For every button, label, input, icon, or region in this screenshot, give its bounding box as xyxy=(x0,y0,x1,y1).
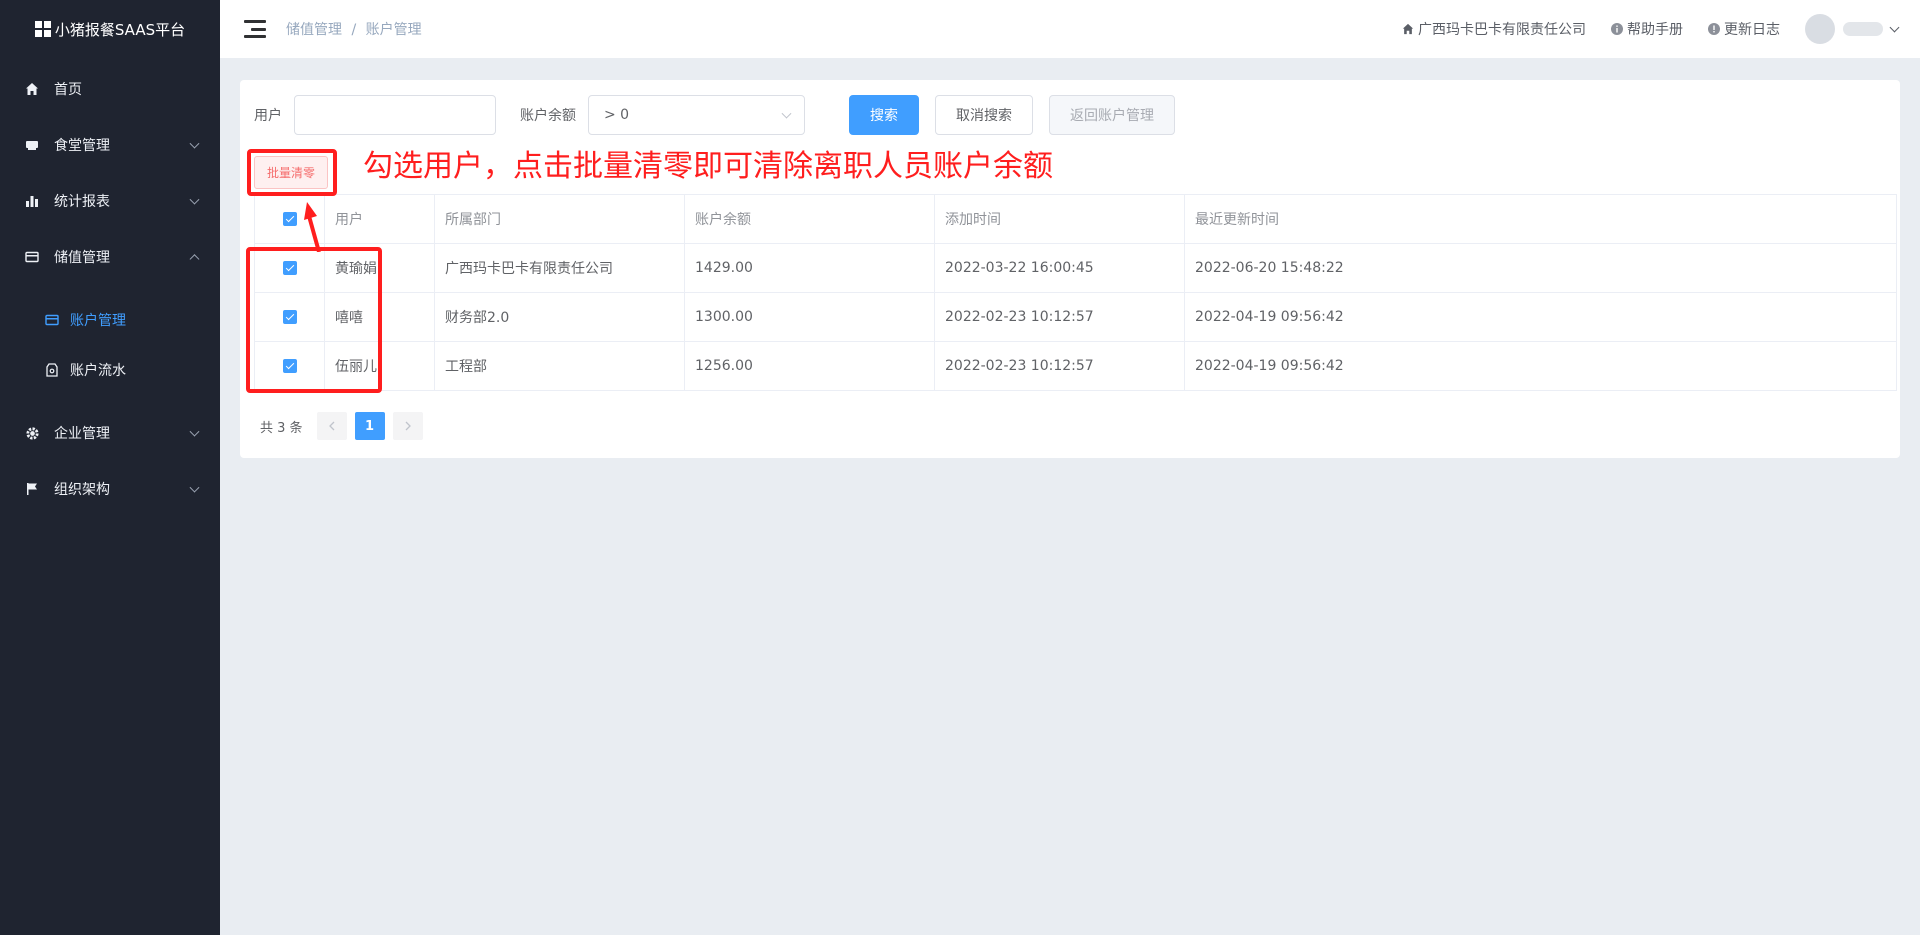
alert-icon xyxy=(1708,23,1720,35)
gear-icon xyxy=(24,425,40,441)
changelog-label: 更新日志 xyxy=(1724,22,1780,38)
sidebar-item-reports[interactable]: 统计报表 xyxy=(0,173,220,229)
pagination-total: 共 3 条 xyxy=(260,420,303,436)
sidebar-item-account-management[interactable]: 账户管理 xyxy=(0,295,220,345)
bar-chart-icon xyxy=(24,193,40,209)
chevron-right-icon xyxy=(405,421,411,431)
chevron-down-icon[interactable] xyxy=(1889,22,1900,32)
breadcrumb-item-current: 账户管理 xyxy=(365,22,422,38)
column-header: 所属部门 xyxy=(435,195,685,243)
pagination: 共 3 条 1 xyxy=(260,412,431,440)
back-to-accounts-button[interactable]: 返回账户管理 xyxy=(1049,95,1175,135)
chevron-down-icon xyxy=(189,482,200,493)
sidebar-item-home[interactable]: 首页 xyxy=(0,61,220,117)
breadcrumb-separator: / xyxy=(351,22,357,38)
sidebar-item-enterprise[interactable]: 企业管理 xyxy=(0,405,220,461)
canteen-icon xyxy=(24,137,40,153)
added-time-cell: 2022-02-23 10:12:57 xyxy=(935,293,1185,341)
tag-icon xyxy=(44,362,60,378)
sidebar-item-label: 首页 xyxy=(54,82,82,98)
sidebar-item-label: 账户管理 xyxy=(70,313,126,329)
accounts-table: 用户 所属部门 账户余额 添加时间 最近更新时间 黄瑜娟 广西玛卡巴卡有限责任公… xyxy=(254,194,1897,391)
help-link[interactable]: 帮助手册 xyxy=(1611,19,1683,39)
changelog-link[interactable]: 更新日志 xyxy=(1708,19,1780,39)
sidebar-item-label: 组织架构 xyxy=(54,482,110,498)
sidebar-item-canteen[interactable]: 食堂管理 xyxy=(0,117,220,173)
updated-time-cell: 2022-06-20 15:48:22 xyxy=(1185,244,1897,292)
table-row[interactable]: 伍丽儿 工程部 1256.00 2022-02-23 10:12:57 2022… xyxy=(255,342,1897,391)
prev-page-button[interactable] xyxy=(316,412,347,440)
card-icon xyxy=(24,249,40,265)
user-filter-label: 用户 xyxy=(254,108,282,124)
column-header: 用户 xyxy=(325,195,435,243)
sidebar-item-stored-value[interactable]: 储值管理 xyxy=(0,229,220,285)
company-name: 广西玛卡巴卡有限责任公司 xyxy=(1418,22,1586,38)
app-title: 小猪报餐SAAS平台 xyxy=(54,20,186,39)
balance-filter-select[interactable]: > 0 xyxy=(588,95,805,135)
chevron-left-icon xyxy=(328,421,335,431)
sidebar-item-label: 统计报表 xyxy=(54,194,110,210)
grid-logo-icon xyxy=(34,21,51,37)
user-filter-input[interactable] xyxy=(294,95,496,135)
added-time-cell: 2022-03-22 16:00:45 xyxy=(935,244,1185,292)
dept-cell: 财务部2.0 xyxy=(435,293,685,341)
balance-filter-value: > 0 xyxy=(604,107,630,123)
column-header: 最近更新时间 xyxy=(1185,195,1897,243)
chevron-down-icon xyxy=(781,108,792,119)
dept-cell: 广西玛卡巴卡有限责任公司 xyxy=(435,244,685,292)
main-card: 用户 账户余额 > 0 搜索 取消搜索 返回账户管理 批量清零 用户 所属部门 … xyxy=(240,80,1900,458)
select-all-checkbox[interactable] xyxy=(282,212,297,226)
top-header: 储值管理 / 账户管理 广西玛卡巴卡有限责任公司 帮助手册 更新日志 xyxy=(220,0,1920,58)
next-page-button[interactable] xyxy=(392,412,423,440)
sidebar-item-org-structure[interactable]: 组织架构 xyxy=(0,461,220,517)
chevron-down-icon xyxy=(189,194,200,205)
table-header-row: 用户 所属部门 账户余额 添加时间 最近更新时间 xyxy=(255,195,1897,244)
cancel-search-button[interactable]: 取消搜索 xyxy=(935,95,1033,135)
added-time-cell: 2022-02-23 10:12:57 xyxy=(935,342,1185,390)
home-icon xyxy=(1402,23,1414,35)
annotation-arrow-icon xyxy=(304,202,321,252)
updated-time-cell: 2022-04-19 09:56:42 xyxy=(1185,293,1897,341)
info-icon xyxy=(1611,23,1623,35)
stored-value-submenu: 账户管理 账户流水 xyxy=(0,285,220,405)
annotation-box-checkboxes xyxy=(246,247,382,393)
company-link[interactable]: 广西玛卡巴卡有限责任公司 xyxy=(1402,19,1586,39)
breadcrumb: 储值管理 / 账户管理 xyxy=(286,19,422,39)
menu-toggle-icon[interactable] xyxy=(244,20,266,38)
app-logo[interactable]: 小猪报餐SAAS平台 xyxy=(0,0,220,58)
avatar[interactable] xyxy=(1805,14,1835,44)
search-button[interactable]: 搜索 xyxy=(849,95,919,135)
breadcrumb-item[interactable]: 储值管理 xyxy=(286,22,342,38)
chevron-up-icon xyxy=(189,254,200,265)
flag-icon xyxy=(24,481,40,497)
balance-cell: 1429.00 xyxy=(685,244,935,292)
balance-filter-label: 账户余额 xyxy=(520,108,576,124)
balance-cell: 1256.00 xyxy=(685,342,935,390)
home-icon xyxy=(24,81,40,97)
help-label: 帮助手册 xyxy=(1627,22,1683,38)
chevron-down-icon xyxy=(189,138,200,149)
header-right: 广西玛卡巴卡有限责任公司 帮助手册 更新日志 xyxy=(1402,0,1920,58)
sidebar-item-label: 储值管理 xyxy=(54,250,110,266)
card-icon xyxy=(44,312,60,328)
column-header: 添加时间 xyxy=(935,195,1185,243)
filter-bar: 用户 账户余额 > 0 搜索 取消搜索 返回账户管理 xyxy=(254,95,1191,135)
sidebar-item-account-flow[interactable]: 账户流水 xyxy=(0,345,220,395)
table-row[interactable]: 黄瑜娟 广西玛卡巴卡有限责任公司 1429.00 2022-03-22 16:0… xyxy=(255,244,1897,293)
annotation-text: 勾选用户，点击批量清零即可清除离职人员账户余额 xyxy=(363,149,1053,184)
sidebar-item-label: 企业管理 xyxy=(54,426,110,442)
annotation-box-batch-button xyxy=(247,149,337,196)
table-row[interactable]: 嘻嘻 财务部2.0 1300.00 2022-02-23 10:12:57 20… xyxy=(255,293,1897,342)
chevron-down-icon xyxy=(189,426,200,437)
username-blurred[interactable] xyxy=(1843,22,1883,36)
updated-time-cell: 2022-04-19 09:56:42 xyxy=(1185,342,1897,390)
balance-cell: 1300.00 xyxy=(685,293,935,341)
column-header: 账户余额 xyxy=(685,195,935,243)
page-number[interactable]: 1 xyxy=(354,412,385,440)
sidebar-item-label: 账户流水 xyxy=(70,363,126,379)
dept-cell: 工程部 xyxy=(435,342,685,390)
sidebar-item-label: 食堂管理 xyxy=(54,138,110,154)
sidebar: 小猪报餐SAAS平台 首页 食堂管理 统计报表 储值管理 账户管理 账户流水 企… xyxy=(0,0,220,935)
